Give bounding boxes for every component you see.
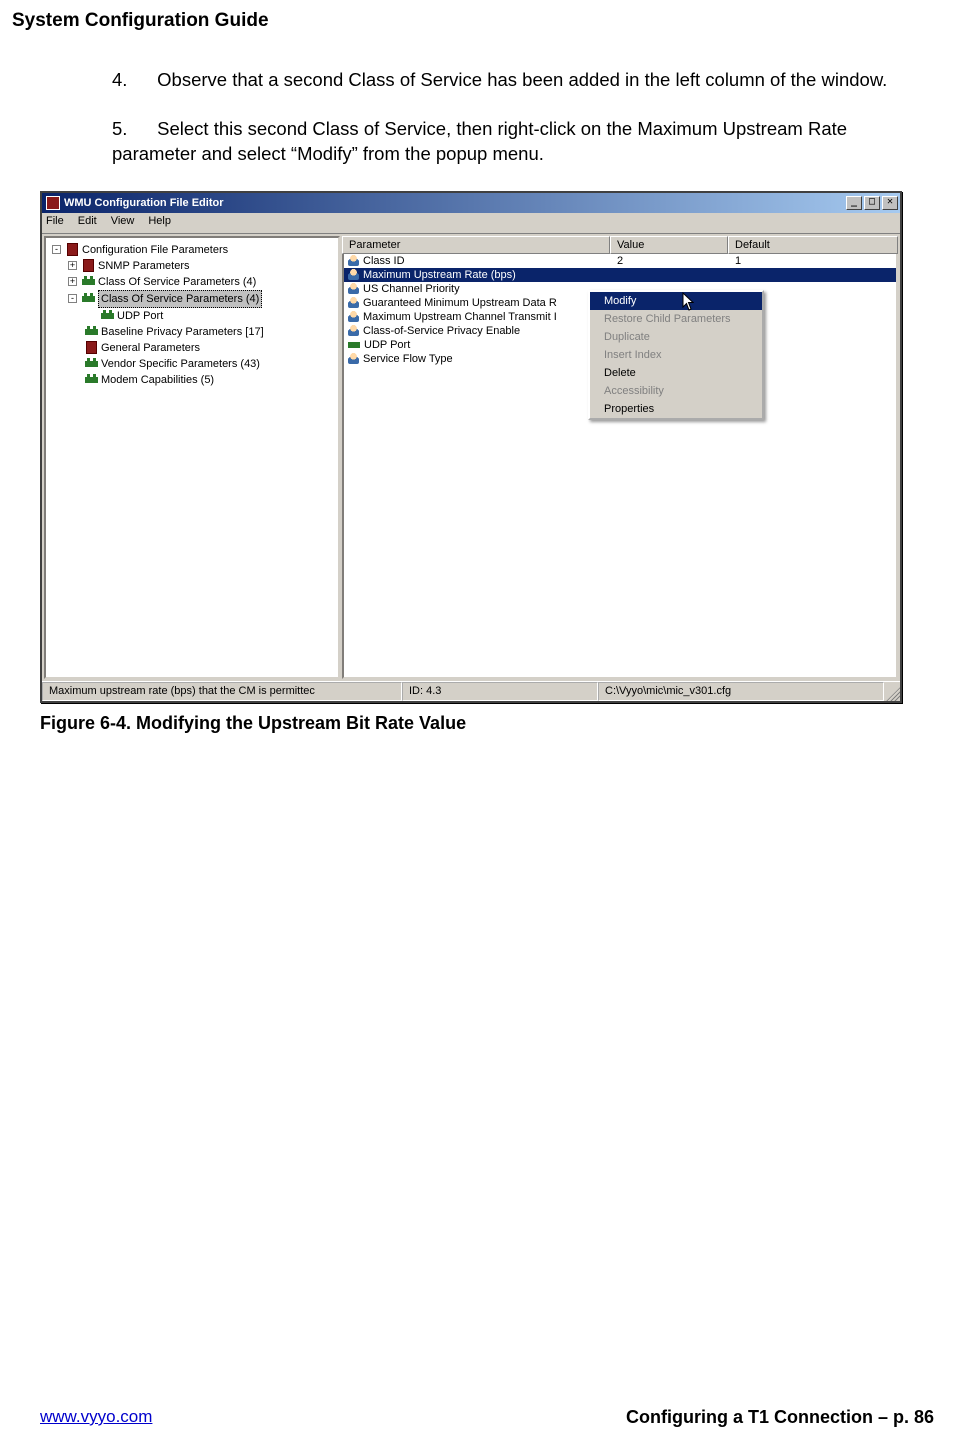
- col-parameter[interactable]: Parameter: [342, 236, 610, 254]
- resize-grip-icon[interactable]: [884, 682, 900, 701]
- expand-toggle-icon[interactable]: -: [68, 294, 77, 303]
- book-icon: [83, 259, 94, 272]
- expand-toggle-icon[interactable]: +: [68, 261, 77, 270]
- tree-label: Vendor Specific Parameters (43): [101, 356, 260, 372]
- tree-label: General Parameters: [101, 340, 200, 356]
- app-window: WMU Configuration File Editor _ □ ✕ File…: [40, 191, 902, 703]
- expand-toggle-icon[interactable]: -: [52, 245, 61, 254]
- tree-node-snmp[interactable]: + SNMP Parameters: [52, 258, 336, 274]
- cell-param: Service Flow Type: [363, 353, 453, 365]
- tree-node-cos1[interactable]: + Class Of Service Parameters (4): [52, 274, 336, 290]
- cell-param: Class-of-Service Privacy Enable: [363, 325, 520, 337]
- param-icon: [348, 353, 359, 364]
- tree-node-modem[interactable]: Modem Capabilities (5): [52, 372, 336, 388]
- tree-node-vendor[interactable]: Vendor Specific Parameters (43): [52, 356, 336, 372]
- param-icon: [348, 283, 359, 294]
- params-icon: [82, 279, 95, 285]
- page-footer: www.vyyo.com Configuring a T1 Connection…: [40, 1407, 934, 1428]
- footer-page-ref: Configuring a T1 Connection – p. 86: [626, 1407, 934, 1428]
- param-icon: [348, 255, 359, 266]
- title-bar[interactable]: WMU Configuration File Editor _ □ ✕: [42, 193, 900, 213]
- tree-label: Modem Capabilities (5): [101, 372, 214, 388]
- list-header: Parameter Value Default: [342, 236, 898, 254]
- window-title: WMU Configuration File Editor: [64, 197, 223, 209]
- param-icon: [348, 269, 359, 280]
- tree-panel[interactable]: - Configuration File Parameters + SNMP P…: [44, 236, 340, 679]
- step-4-number: 4.: [112, 68, 152, 93]
- app-icon: [46, 196, 60, 210]
- window-sys-buttons: _ □ ✕: [846, 196, 898, 210]
- footer-link[interactable]: www.vyyo.com: [40, 1407, 152, 1428]
- step-5: 5. Select this second Class of Service, …: [112, 117, 934, 167]
- status-bar: Maximum upstream rate (bps) that the CM …: [42, 681, 900, 701]
- params-icon: [101, 313, 114, 319]
- status-id: ID: 4.3: [402, 682, 598, 701]
- cell-value: 2: [617, 255, 735, 267]
- work-area: - Configuration File Parameters + SNMP P…: [42, 233, 900, 681]
- menu-view[interactable]: View: [111, 215, 135, 231]
- step-5-text: Select this second Class of Service, the…: [112, 118, 847, 164]
- cell-param: Class ID: [363, 255, 617, 267]
- ctx-insert-index: Insert Index: [590, 346, 762, 364]
- tree-node-root[interactable]: - Configuration File Parameters: [52, 242, 336, 258]
- tree-label-selected: Class Of Service Parameters (4): [98, 290, 262, 308]
- context-menu: Modify Restore Child Parameters Duplicat…: [588, 290, 764, 420]
- ctx-properties[interactable]: Properties: [590, 400, 762, 418]
- tree-label: Baseline Privacy Parameters [17]: [101, 324, 264, 340]
- list-row-selected[interactable]: Maximum Upstream Rate (bps): [344, 268, 896, 282]
- col-value[interactable]: Value: [610, 236, 728, 254]
- list-body[interactable]: Class ID 2 1 Maximum Upstream Rate (bps)…: [342, 254, 898, 679]
- tree-node-general[interactable]: General Parameters: [52, 340, 336, 356]
- close-button[interactable]: ✕: [882, 196, 898, 210]
- cell-param: Maximum Upstream Channel Transmit I: [363, 311, 557, 323]
- cell-param: Guaranteed Minimum Upstream Data R: [363, 297, 557, 309]
- ctx-accessibility: Accessibility: [590, 382, 762, 400]
- tree-label: Configuration File Parameters: [82, 242, 228, 258]
- cell-param: Maximum Upstream Rate (bps): [363, 269, 516, 281]
- cell-param: US Channel Priority: [363, 283, 460, 295]
- param-icon: [348, 325, 359, 336]
- ctx-modify[interactable]: Modify: [590, 292, 762, 310]
- param-icon: [348, 297, 359, 308]
- ctx-delete[interactable]: Delete: [590, 364, 762, 382]
- status-message: Maximum upstream rate (bps) that the CM …: [42, 682, 402, 701]
- book-icon: [67, 243, 78, 256]
- params-icon: [85, 377, 98, 383]
- menu-edit[interactable]: Edit: [78, 215, 97, 231]
- figure-caption: Figure 6-4. Modifying the Upstream Bit R…: [40, 713, 934, 734]
- cell-param: UDP Port: [364, 339, 410, 351]
- tree-label: Class Of Service Parameters (4): [98, 274, 256, 290]
- doc-title: System Configuration Guide: [12, 10, 934, 32]
- step-5-number: 5.: [112, 117, 152, 142]
- step-4: 4. Observe that a second Class of Servic…: [112, 68, 934, 93]
- ctx-restore: Restore Child Parameters: [590, 310, 762, 328]
- tree-node-udp[interactable]: UDP Port: [52, 308, 336, 324]
- list-panel: Parameter Value Default Class ID 2 1 Max…: [342, 236, 898, 679]
- maximize-button[interactable]: □: [864, 196, 880, 210]
- menu-file[interactable]: File: [46, 215, 64, 231]
- book-icon: [86, 341, 97, 354]
- minimize-button[interactable]: _: [846, 196, 862, 210]
- tree-node-cos2[interactable]: - Class Of Service Parameters (4): [52, 290, 336, 308]
- cursor-icon: [682, 292, 696, 312]
- step-4-text: Observe that a second Class of Service h…: [157, 69, 887, 90]
- params-icon: [82, 296, 95, 302]
- menu-help[interactable]: Help: [148, 215, 171, 231]
- list-row[interactable]: Class ID 2 1: [344, 254, 896, 268]
- expand-toggle-icon[interactable]: +: [68, 277, 77, 286]
- tree-label: SNMP Parameters: [98, 258, 190, 274]
- status-path: C:\Vyyo\mic\mic_v301.cfg: [598, 682, 884, 701]
- cell-default: 1: [735, 255, 741, 267]
- col-default[interactable]: Default: [728, 236, 898, 254]
- tree-node-baseline[interactable]: Baseline Privacy Parameters [17]: [52, 324, 336, 340]
- params-icon: [85, 329, 98, 335]
- params-icon: [348, 342, 360, 348]
- param-icon: [348, 311, 359, 322]
- ctx-duplicate: Duplicate: [590, 328, 762, 346]
- params-icon: [85, 361, 98, 367]
- tree-label: UDP Port: [117, 308, 163, 324]
- menu-bar: File Edit View Help: [42, 213, 900, 233]
